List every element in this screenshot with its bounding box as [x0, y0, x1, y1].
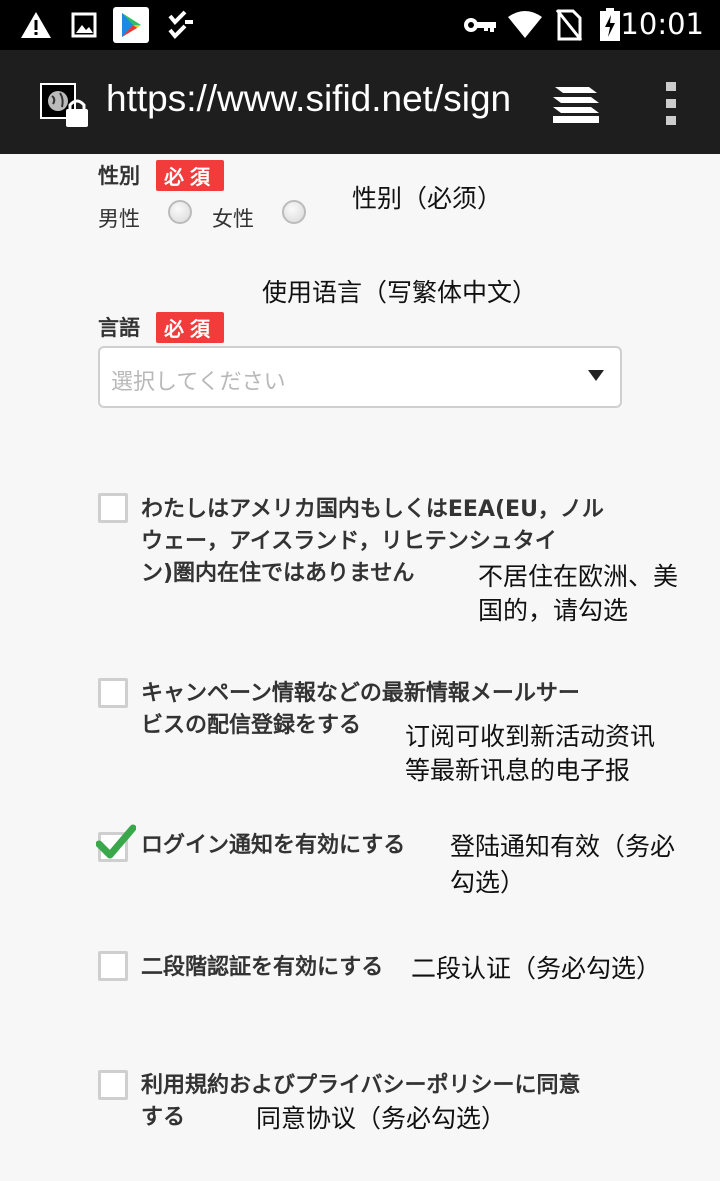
wifi-icon [507, 8, 543, 42]
newsletter-note-line2: 等最新讯息的电子报 [405, 756, 631, 785]
newsletter-line1: キャンペーン情報などの最新情報メールサー [141, 681, 580, 706]
login-notification-note-line1: 登陆通知有效（务必 [450, 832, 676, 861]
key-icon [463, 8, 497, 42]
language-select[interactable]: 選択してください [98, 346, 622, 408]
site-lock-icon[interactable] [40, 83, 90, 129]
not-resident-line3: ン)圏内在住ではありません [141, 561, 415, 586]
menu-icon[interactable] [662, 80, 680, 128]
not-resident-note-line2: 国的，请勾选 [478, 596, 629, 625]
newsletter-line2: ビスの配信登録をする [141, 713, 362, 738]
not-resident-line1: わたしはアメリカ国内もしくはEEA(EU，ノル [141, 497, 604, 522]
play-store-icon [113, 7, 149, 43]
checkbox-not-resident[interactable] [98, 493, 128, 523]
gender-option-female-label: 女性 [212, 207, 254, 231]
not-resident-note-line1: 不居住在欧洲、美 [478, 562, 679, 591]
newsletter-note-line1: 订阅可收到新活动资讯 [405, 722, 656, 751]
battery-charging-icon [598, 8, 622, 42]
dropdown-arrow-icon [588, 370, 604, 381]
url-text[interactable]: https://www.sifid.net/signup [106, 78, 510, 120]
two-factor-note: 二段认证（务必勾选） [411, 954, 662, 983]
terms-agree-line2: する [141, 1105, 186, 1130]
gender-note: 性别（必须） [352, 184, 503, 213]
terms-agree-note: 同意协议（务必勾选） [256, 1104, 507, 1133]
image-icon [71, 8, 97, 42]
language-select-placeholder: 選択してください [111, 370, 286, 395]
status-bar: 10:01 [0, 0, 720, 50]
no-sim-icon [556, 8, 582, 42]
checkbox-newsletter[interactable] [98, 678, 128, 708]
checklist-icon [167, 8, 195, 42]
checkbox-terms-agree[interactable] [98, 1070, 128, 1100]
gender-label: 性別 [98, 164, 140, 188]
browser-url-bar: https://www.sifid.net/signup [0, 50, 720, 154]
gender-radio-male[interactable] [168, 200, 192, 224]
terms-agree-line1: 利用規約およびプライバシーポリシーに同意 [141, 1073, 581, 1098]
clock-time: 10:01 [620, 7, 704, 41]
two-factor-label: 二段階認証を有効にする [141, 955, 384, 980]
checkbox-two-factor[interactable] [98, 951, 128, 981]
gender-radio-female[interactable] [282, 200, 306, 224]
not-resident-line2: ウェー，アイスランド，リヒテンシュタイ [141, 529, 557, 554]
language-required-badge: 必須 [156, 312, 224, 343]
warning-icon [20, 8, 52, 42]
language-label: 言語 [98, 316, 140, 340]
tabs-icon[interactable] [551, 85, 601, 125]
gender-option-male-label: 男性 [98, 207, 140, 231]
language-note: 使用语言（写繁体中文） [262, 278, 538, 307]
gender-required-badge: 必須 [156, 160, 224, 191]
login-notification-note-line2: 勾选） [450, 868, 526, 897]
login-notification-label: ログイン通知を有効にする [141, 833, 406, 858]
checkmark-icon [95, 822, 137, 862]
